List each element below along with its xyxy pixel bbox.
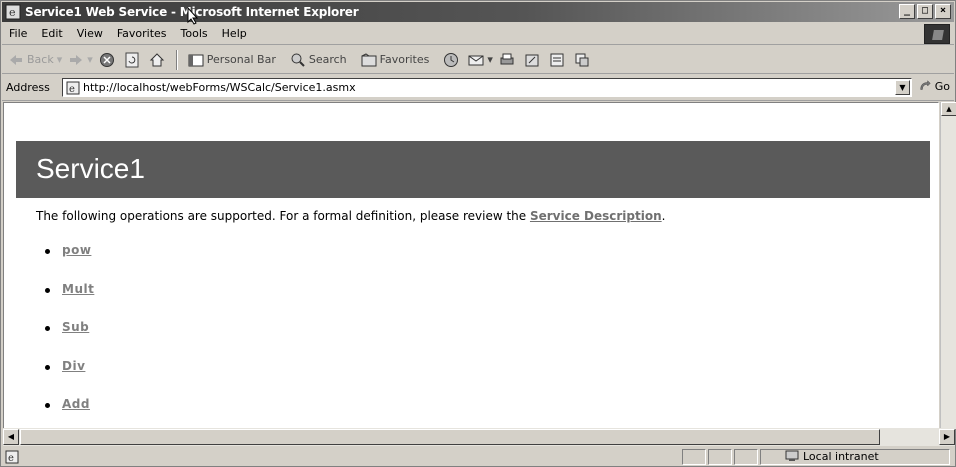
search-icon <box>291 53 305 67</box>
svg-text:e: e <box>8 453 14 464</box>
back-label: Back <box>27 53 54 66</box>
svg-text:e: e <box>69 84 75 95</box>
list-item: Sub <box>44 320 94 359</box>
security-zone: Local intranet <box>782 449 879 463</box>
page-viewport[interactable]: Service1 The following operations are su… <box>3 102 939 429</box>
operation-link-sub[interactable]: Sub <box>62 320 89 334</box>
operations-list: pow Mult Sub Div Add <box>44 243 94 428</box>
menu-help[interactable]: Help <box>215 27 254 40</box>
horizontal-scrollbar[interactable]: ◀ ▶ <box>3 428 955 446</box>
home-icon <box>149 52 164 66</box>
mouse-cursor-icon <box>187 7 199 25</box>
mail-dropdown-icon[interactable]: ▾ <box>487 53 493 66</box>
menu-tools[interactable]: Tools <box>174 27 215 40</box>
maximize-button[interactable]: □ <box>917 4 933 19</box>
status-pane <box>682 449 706 465</box>
browser-window: e Service1 Web Service - Microsoft Inter… <box>0 0 956 467</box>
stop-icon <box>99 52 114 67</box>
windows-logo-icon <box>924 24 950 44</box>
address-input[interactable]: e http://localhost/webForms/WSCalc/Servi… <box>62 78 912 97</box>
messenger-icon <box>575 53 589 66</box>
menu-edit[interactable]: Edit <box>34 27 69 40</box>
history-icon <box>444 52 459 67</box>
discuss-button[interactable] <box>549 52 568 68</box>
list-item: Div <box>44 359 94 398</box>
stop-button[interactable] <box>99 52 118 68</box>
intro-text-body: The following operations are supported. … <box>36 209 530 223</box>
page-icon: e <box>66 81 80 95</box>
forward-arrow-icon <box>70 54 83 65</box>
address-label: Address <box>6 81 50 94</box>
menu-view[interactable]: View <box>70 27 110 40</box>
print-icon <box>500 53 514 64</box>
mail-button[interactable]: ▾ <box>468 52 493 68</box>
personal-bar-button[interactable]: Personal Bar <box>188 52 276 68</box>
horizontal-scroll-thumb[interactable] <box>20 429 880 445</box>
history-button[interactable] <box>443 52 462 68</box>
go-label: Go <box>934 79 950 93</box>
minimize-button[interactable]: _ <box>899 4 915 19</box>
title-bar[interactable]: e Service1 Web Service - Microsoft Inter… <box>2 2 954 22</box>
vertical-scrollbar[interactable]: ▲ <box>940 102 956 429</box>
forward-button[interactable]: ▾ <box>68 52 93 68</box>
address-bar: Address e http://localhost/webForms/WSCa… <box>2 75 954 101</box>
refresh-icon <box>125 52 139 67</box>
scroll-right-icon[interactable]: ▶ <box>939 429 955 445</box>
refresh-button[interactable] <box>124 52 143 68</box>
home-button[interactable] <box>149 52 168 68</box>
status-page-icon: e <box>5 450 19 464</box>
toolbar-separator <box>175 49 178 70</box>
list-item: Add <box>44 397 94 428</box>
toolbar: Back ▾ ▾ Personal Bar Search Favorites ▾ <box>2 46 954 74</box>
go-arrow-icon <box>920 80 931 90</box>
favorites-label: Favorites <box>379 53 430 66</box>
operation-link-mult[interactable]: Mult <box>62 282 94 296</box>
back-arrow-icon <box>10 54 22 65</box>
favorites-button[interactable]: Favorites <box>361 52 430 68</box>
svg-text:e: e <box>9 6 16 19</box>
menu-bar: File Edit View Favorites Tools Help <box>2 23 954 45</box>
back-button[interactable]: Back ▾ <box>8 52 62 68</box>
messenger-button[interactable] <box>574 52 593 68</box>
search-label: Search <box>308 53 347 66</box>
discuss-icon <box>550 53 564 66</box>
close-button[interactable]: × <box>935 4 951 19</box>
list-item: pow <box>44 243 94 282</box>
mail-icon <box>468 55 484 65</box>
status-pane <box>708 449 732 465</box>
heading-band: Service1 <box>16 141 930 198</box>
zone-label: Local intranet <box>803 449 879 463</box>
operation-link-pow[interactable]: pow <box>62 243 91 257</box>
favorites-folder-icon <box>361 52 377 66</box>
ie-page-icon: e <box>5 4 21 20</box>
intranet-icon <box>785 450 799 461</box>
personal-bar-icon <box>188 54 204 66</box>
back-dropdown-icon[interactable]: ▾ <box>57 53 63 66</box>
edit-button[interactable] <box>524 52 543 68</box>
list-item: Mult <box>44 282 94 321</box>
personal-bar-label: Personal Bar <box>206 53 276 66</box>
menu-file[interactable]: File <box>2 27 34 40</box>
page-title: Service1 <box>36 153 145 184</box>
print-button[interactable] <box>499 52 518 68</box>
scroll-left-icon[interactable]: ◀ <box>3 429 19 445</box>
service-description-link[interactable]: Service Description <box>530 209 662 223</box>
scroll-up-icon[interactable]: ▲ <box>941 102 956 116</box>
forward-dropdown-icon[interactable]: ▾ <box>87 53 93 66</box>
intro-text-end: . <box>661 209 666 223</box>
address-url: http://localhost/webForms/WSCalc/Service… <box>83 81 356 94</box>
status-pane <box>734 449 758 465</box>
edit-icon <box>525 54 539 66</box>
address-dropdown-icon[interactable]: ▼ <box>895 80 910 95</box>
menu-favorites[interactable]: Favorites <box>110 27 174 40</box>
intro-text: The following operations are supported. … <box>36 209 665 223</box>
status-bar: e Local intranet <box>2 447 954 466</box>
go-button[interactable]: Go <box>918 79 950 93</box>
operation-link-add[interactable]: Add <box>62 397 90 411</box>
search-button[interactable]: Search <box>290 52 347 68</box>
operation-link-div[interactable]: Div <box>62 359 85 373</box>
